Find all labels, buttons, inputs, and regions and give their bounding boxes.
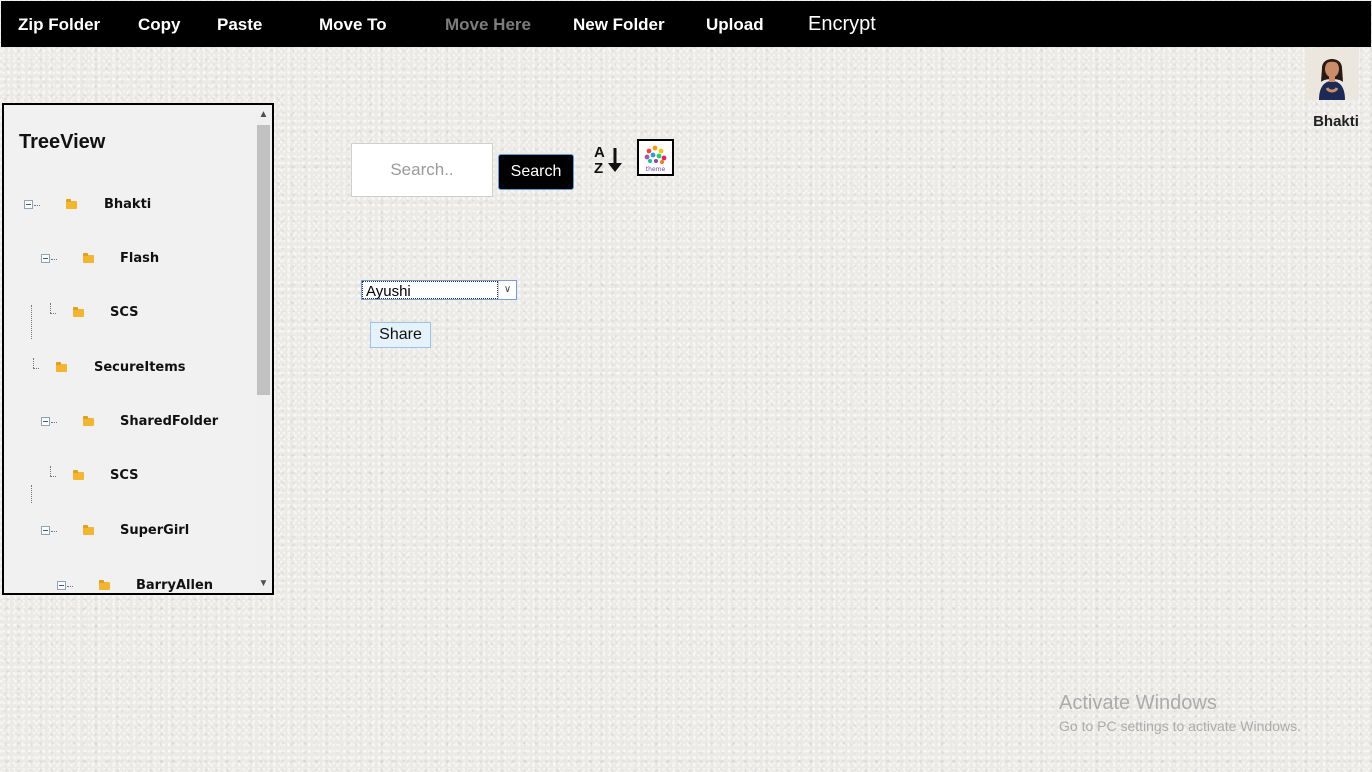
share-button[interactable]: Share bbox=[370, 322, 431, 348]
tree-node-label[interactable]: Flash bbox=[120, 251, 159, 266]
svg-text:theme: theme bbox=[646, 166, 666, 173]
user-name: Bhakti bbox=[1313, 113, 1359, 130]
encrypt-menu-item[interactable]: Encrypt bbox=[808, 1, 876, 47]
folder-icon bbox=[83, 416, 94, 426]
folder-icon bbox=[73, 307, 84, 317]
user-photo-icon bbox=[1305, 48, 1359, 100]
share-user-select[interactable]: Ayushi ∨ bbox=[361, 280, 517, 300]
top-menu-bar: Zip Folder Copy Paste Move To Move Here … bbox=[1, 1, 1371, 47]
folder-icon bbox=[66, 199, 77, 209]
scroll-down-icon[interactable]: ▼ bbox=[255, 575, 272, 592]
tree-scrollbar[interactable]: ▲ ▼ bbox=[255, 105, 272, 593]
tree-node-sharedfolder[interactable]: SharedFolder bbox=[22, 414, 222, 434]
tree-node-label[interactable]: SCS bbox=[110, 468, 139, 483]
collapse-icon[interactable] bbox=[41, 254, 50, 263]
avatar[interactable] bbox=[1305, 48, 1359, 100]
tree-node-label[interactable]: SecureItems bbox=[94, 360, 186, 375]
folder-icon bbox=[99, 580, 110, 590]
tree-node-label[interactable]: SCS bbox=[110, 305, 139, 320]
tree-node-barryallen[interactable]: BarryAllen bbox=[22, 578, 242, 593]
activate-windows-subtitle: Go to PC settings to activate Windows. bbox=[1059, 718, 1301, 734]
theme-icon[interactable]: theme bbox=[637, 139, 674, 176]
collapse-icon[interactable] bbox=[57, 581, 66, 590]
tree-node-scs[interactable]: SCS bbox=[22, 466, 222, 488]
folder-icon bbox=[83, 253, 94, 263]
selected-user-value: Ayushi bbox=[362, 281, 498, 300]
collapse-icon[interactable] bbox=[41, 526, 50, 535]
zip-folder-menu-item[interactable]: Zip Folder bbox=[18, 1, 100, 47]
tree-view-title: TreeView bbox=[19, 131, 106, 153]
folder-icon bbox=[73, 470, 84, 480]
copy-menu-item[interactable]: Copy bbox=[138, 1, 181, 47]
search-input[interactable] bbox=[351, 143, 493, 197]
tree-node-supergirl[interactable]: SuperGirl bbox=[22, 523, 222, 543]
search-button[interactable]: Search bbox=[498, 154, 574, 190]
scroll-thumb[interactable] bbox=[257, 125, 270, 395]
move-to-menu-item[interactable]: Move To bbox=[319, 1, 387, 47]
upload-menu-item[interactable]: Upload bbox=[706, 1, 764, 47]
folder-icon bbox=[56, 362, 67, 372]
new-folder-menu-item[interactable]: New Folder bbox=[573, 1, 665, 47]
scroll-up-icon[interactable]: ▲ bbox=[255, 106, 272, 123]
collapse-icon[interactable] bbox=[24, 200, 33, 209]
tree-view-panel: TreeView Bhakti Flash SCS SecureItems Sh… bbox=[2, 103, 274, 595]
tree-node-label[interactable]: BarryAllen bbox=[136, 578, 213, 593]
tree-node-secureitems[interactable]: SecureItems bbox=[22, 358, 222, 380]
tree-node-scs[interactable]: SCS bbox=[22, 303, 222, 325]
tree-node-bhakti[interactable]: Bhakti bbox=[22, 197, 222, 217]
collapse-icon[interactable] bbox=[41, 417, 50, 426]
sort-az-icon[interactable]: A Z bbox=[591, 142, 625, 177]
tree-node-flash[interactable]: Flash bbox=[22, 251, 222, 271]
tree-node-label[interactable]: SharedFolder bbox=[120, 414, 218, 429]
paste-menu-item[interactable]: Paste bbox=[217, 1, 262, 47]
svg-text:A: A bbox=[594, 144, 605, 161]
svg-text:Z: Z bbox=[594, 160, 603, 176]
activate-windows-title: Activate Windows bbox=[1059, 692, 1217, 714]
move-here-menu-item: Move Here bbox=[445, 15, 531, 34]
chevron-down-icon[interactable]: ∨ bbox=[498, 281, 516, 299]
folder-icon bbox=[83, 525, 94, 535]
tree-node-label[interactable]: SuperGirl bbox=[120, 523, 189, 538]
tree-node-label[interactable]: Bhakti bbox=[104, 197, 151, 212]
